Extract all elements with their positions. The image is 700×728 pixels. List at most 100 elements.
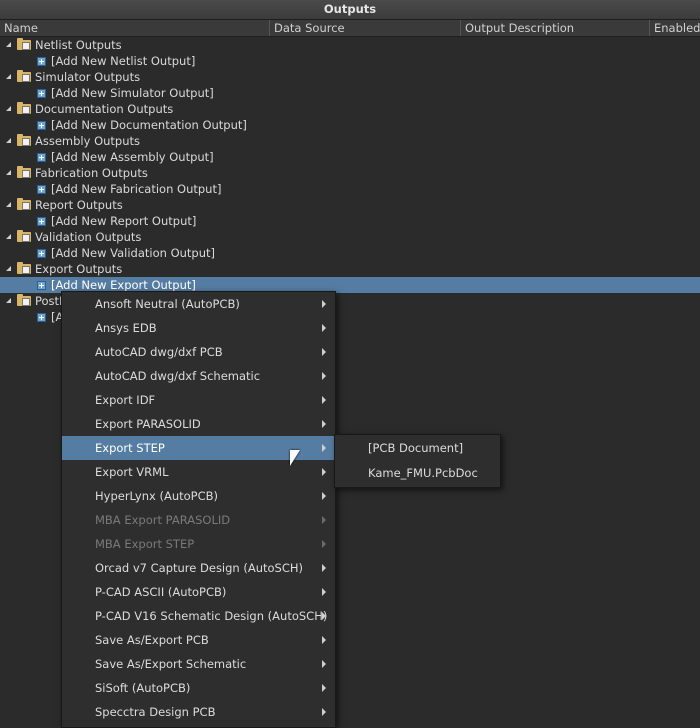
menu-item-label: Export PARASOLID [95, 417, 201, 431]
context-menu: Ansoft Neutral (AutoPCB) Ansys EDB AutoC… [61, 291, 336, 728]
folder-icon [17, 166, 31, 178]
submenu-arrow-icon [322, 444, 326, 452]
add-output-row-validation[interactable]: [Add New Validation Output] [0, 245, 700, 261]
submenu-arrow-icon [322, 300, 326, 308]
submenu-item-pcb-document[interactable]: [PCB Document] [335, 436, 500, 460]
submenu-arrow-icon [322, 636, 326, 644]
submenu-item-kame-fmu-pcbdoc[interactable]: Kame_FMU.PcbDoc [335, 461, 500, 485]
submenu-arrow-icon [322, 708, 326, 716]
menu-item-label: AutoCAD dwg/dxf PCB [95, 345, 223, 359]
add-output-label: [Add New Report Output] [51, 214, 197, 228]
group-label: Export Outputs [35, 262, 123, 276]
menu-item-label: Ansoft Neutral (AutoPCB) [95, 297, 240, 311]
folder-icon [17, 294, 31, 306]
menu-item-hyperlynx[interactable]: HyperLynx (AutoPCB) [62, 484, 335, 508]
expand-toggle-icon[interactable] [6, 202, 11, 207]
add-icon [37, 153, 46, 162]
menu-item-label: AutoCAD dwg/dxf Schematic [95, 369, 261, 383]
menu-item-autocad-pcb[interactable]: AutoCAD dwg/dxf PCB [62, 340, 335, 364]
add-output-row-fabrication[interactable]: [Add New Fabrication Output] [0, 181, 700, 197]
menu-item-label: Save As/Export PCB [95, 633, 209, 647]
panel-title: Outputs [0, 0, 700, 20]
menu-item-ansoft-neutral[interactable]: Ansoft Neutral (AutoPCB) [62, 292, 335, 316]
menu-item-label: Save As/Export Schematic [95, 657, 247, 671]
expand-toggle-icon[interactable] [6, 42, 11, 47]
menu-item-save-export-schematic[interactable]: Save As/Export Schematic [62, 652, 335, 676]
menu-item-save-export-pcb[interactable]: Save As/Export PCB [62, 628, 335, 652]
submenu-arrow-icon [322, 516, 326, 524]
add-output-label: [Add New Fabrication Output] [51, 182, 222, 196]
group-label: Netlist Outputs [35, 38, 122, 52]
menu-item-label: P-CAD V16 Schematic Design (AutoSCH) [95, 609, 328, 623]
menu-item-label: P-CAD ASCII (AutoPCB) [95, 585, 227, 599]
group-row-netlist[interactable]: Netlist Outputs [0, 37, 700, 53]
menu-item-ansys-edb[interactable]: Ansys EDB [62, 316, 335, 340]
submenu-arrow-icon [322, 588, 326, 596]
group-row-assembly[interactable]: Assembly Outputs [0, 133, 700, 149]
expand-toggle-icon[interactable] [6, 266, 11, 271]
menu-item-label: SiSoft (AutoPCB) [95, 681, 191, 695]
group-row-simulator[interactable]: Simulator Outputs [0, 69, 700, 85]
menu-item-label: HyperLynx (AutoPCB) [95, 489, 218, 503]
add-output-label: [Add New Simulator Output] [51, 86, 214, 100]
group-row-export[interactable]: Export Outputs [0, 261, 700, 277]
submenu-arrow-icon [322, 348, 326, 356]
folder-icon [17, 70, 31, 82]
add-output-row-simulator[interactable]: [Add New Simulator Output] [0, 85, 700, 101]
submenu-arrow-icon [322, 372, 326, 380]
expand-toggle-icon[interactable] [6, 170, 11, 175]
menu-item-label: Export VRML [95, 465, 169, 479]
group-row-documentation[interactable]: Documentation Outputs [0, 101, 700, 117]
group-label: Simulator Outputs [35, 70, 141, 84]
add-output-row-report[interactable]: [Add New Report Output] [0, 213, 700, 229]
submenu-arrow-icon [322, 564, 326, 572]
menu-item-sisoft[interactable]: SiSoft (AutoPCB) [62, 676, 335, 700]
group-label: Fabrication Outputs [35, 166, 148, 180]
column-name[interactable]: Name [0, 20, 270, 36]
menu-item-autocad-schematic[interactable]: AutoCAD dwg/dxf Schematic [62, 364, 335, 388]
menu-item-mba-export-step: MBA Export STEP [62, 532, 335, 556]
group-row-report[interactable]: Report Outputs [0, 197, 700, 213]
submenu-arrow-icon [322, 396, 326, 404]
folder-icon [17, 134, 31, 146]
expand-toggle-icon[interactable] [6, 234, 11, 239]
menu-item-export-parasolid[interactable]: Export PARASOLID [62, 412, 335, 436]
add-icon [37, 121, 46, 130]
add-icon [37, 57, 46, 66]
column-output-description[interactable]: Output Description [461, 20, 650, 36]
add-output-row-documentation[interactable]: [Add New Documentation Output] [0, 117, 700, 133]
menu-item-orcad-capture[interactable]: Orcad v7 Capture Design (AutoSCH) [62, 556, 335, 580]
submenu-arrow-icon [322, 324, 326, 332]
add-output-row-netlist[interactable]: [Add New Netlist Output] [0, 53, 700, 69]
menu-item-label: MBA Export PARASOLID [95, 513, 231, 527]
expand-toggle-icon[interactable] [6, 74, 11, 79]
group-label: Assembly Outputs [35, 134, 141, 148]
add-output-label: [Add New Documentation Output] [51, 118, 247, 132]
group-label: Validation Outputs [35, 230, 142, 244]
menu-item-pcad-v16-schematic[interactable]: P-CAD V16 Schematic Design (AutoSCH) [62, 604, 335, 628]
submenu-arrow-icon [322, 612, 326, 620]
group-row-fabrication[interactable]: Fabrication Outputs [0, 165, 700, 181]
column-enabled[interactable]: Enabled [650, 20, 700, 36]
menu-item-label: Specctra Design PCB [95, 705, 216, 719]
submenu-arrow-icon [322, 492, 326, 500]
group-row-validation[interactable]: Validation Outputs [0, 229, 700, 245]
add-output-row-assembly[interactable]: [Add New Assembly Output] [0, 149, 700, 165]
group-label: Documentation Outputs [35, 102, 174, 116]
folder-icon [17, 102, 31, 114]
submenu-arrow-icon [322, 660, 326, 668]
add-output-label: [Add New Netlist Output] [51, 54, 196, 68]
add-output-label: [Add New Validation Output] [51, 246, 216, 260]
menu-item-specctra-design-pcb[interactable]: Specctra Design PCB [62, 700, 335, 724]
expand-toggle-icon[interactable] [6, 138, 11, 143]
menu-item-export-idf[interactable]: Export IDF [62, 388, 335, 412]
submenu-arrow-icon [322, 684, 326, 692]
column-data-source[interactable]: Data Source [270, 20, 461, 36]
menu-item-label: MBA Export STEP [95, 537, 195, 551]
column-header-row: Name Data Source Output Description Enab… [0, 20, 700, 37]
expand-toggle-icon[interactable] [6, 106, 11, 111]
expand-toggle-icon[interactable] [6, 298, 11, 303]
menu-item-pcad-ascii[interactable]: P-CAD ASCII (AutoPCB) [62, 580, 335, 604]
folder-icon [17, 262, 31, 274]
group-label: Report Outputs [35, 198, 123, 212]
